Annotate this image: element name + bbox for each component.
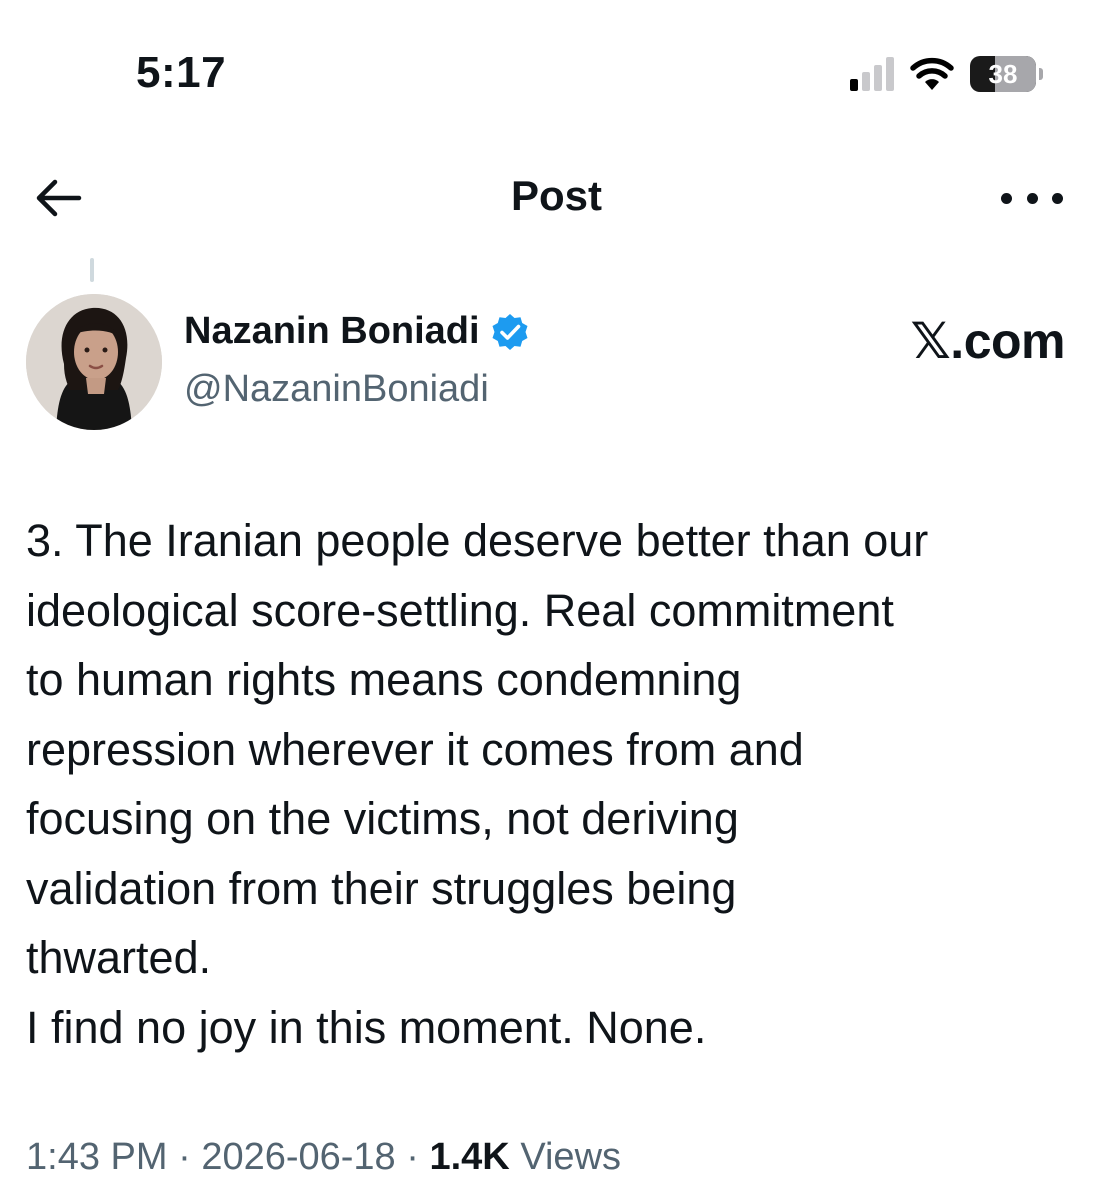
battery-percent: 38 xyxy=(988,58,1018,89)
more-dot-icon xyxy=(1001,192,1012,204)
more-dot-icon xyxy=(1052,192,1063,204)
author-name-row[interactable]: Nazanin Boniadi xyxy=(184,310,530,353)
x-com-watermark: 𝕏.com xyxy=(910,313,1066,369)
status-time: 5:17 xyxy=(136,48,227,97)
avatar[interactable] xyxy=(26,294,162,430)
status-icons: 38 xyxy=(850,54,1043,94)
post-time[interactable]: 1:43 PM xyxy=(26,1136,168,1178)
author-handle[interactable]: @NazaninBoniadi xyxy=(184,368,489,411)
views-label: Views xyxy=(520,1136,622,1178)
thread-connector-line xyxy=(90,258,94,282)
verified-badge-icon xyxy=(492,313,528,350)
wifi-icon xyxy=(910,57,954,90)
views-count: 1.4K xyxy=(429,1136,510,1178)
page-title: Post xyxy=(510,172,602,219)
post-date[interactable]: 2026-06-18 xyxy=(201,1136,395,1178)
post-meta: 1:43 PM · 2026-06-18 · 1.4K Views xyxy=(26,1136,621,1179)
more-options-button[interactable] xyxy=(1001,180,1063,216)
meta-separator: · xyxy=(395,1136,430,1178)
cellular-signal-icon xyxy=(850,57,894,91)
author-display-name[interactable]: Nazanin Boniadi xyxy=(184,310,480,353)
meta-separator: · xyxy=(167,1136,202,1178)
post-text: 3. The Iranian people deserve better tha… xyxy=(26,515,929,1053)
battery-icon: 38 xyxy=(970,56,1043,92)
profile-photo xyxy=(26,294,162,430)
more-dot-icon xyxy=(1026,192,1038,204)
